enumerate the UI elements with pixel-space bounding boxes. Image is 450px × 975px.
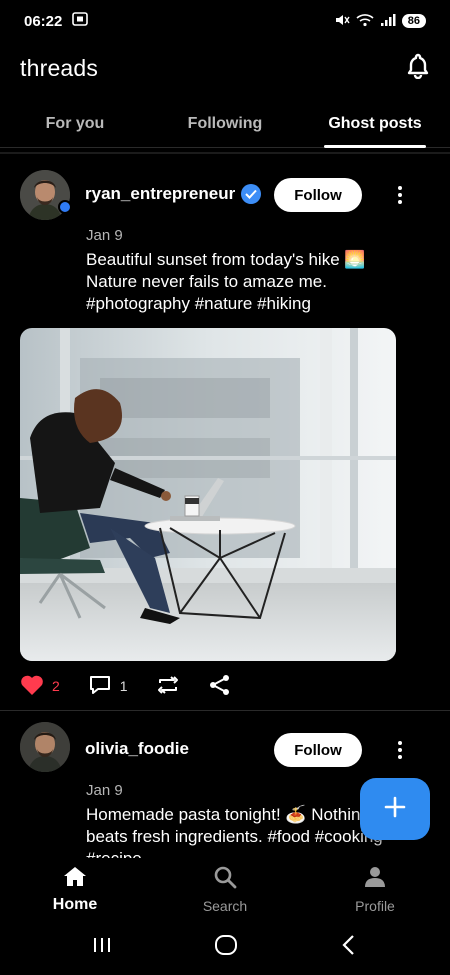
username[interactable]: olivia_foodie <box>85 739 189 759</box>
follow-button[interactable]: Follow <box>274 178 362 212</box>
like-button[interactable]: 2 <box>20 674 60 699</box>
avatar[interactable] <box>20 722 70 772</box>
post-text: Beautiful sunset from today's hike 🌅 Nat… <box>86 249 416 315</box>
post-hashtags[interactable]: #photography #nature #hiking <box>86 293 416 315</box>
feed-tabs: For you Following Ghost posts <box>0 100 450 148</box>
post-divider <box>0 710 450 711</box>
post-actions: 2 1 <box>20 673 260 699</box>
more-options-icon[interactable] <box>390 178 410 212</box>
comment-icon <box>88 674 112 699</box>
signal-icon <box>380 13 396 30</box>
mute-icon <box>334 13 350 30</box>
search-icon <box>213 865 237 894</box>
app-header: threads <box>0 42 450 94</box>
more-options-icon[interactable] <box>390 733 410 767</box>
repost-icon <box>156 674 180 699</box>
verified-mini-badge-icon <box>58 200 72 214</box>
post-author: olivia_foodie <box>85 739 189 759</box>
like-count: 2 <box>52 678 60 694</box>
verified-check-icon <box>241 184 262 204</box>
follow-button[interactable]: Follow <box>274 733 362 767</box>
status-bar: 06:22 86 <box>0 0 450 42</box>
battery-indicator: 86 <box>401 14 426 28</box>
nav-home[interactable]: Home <box>0 858 150 920</box>
compose-button[interactable] <box>360 778 430 840</box>
status-time: 06:22 <box>24 12 63 30</box>
post-text-line: Nature never fails to amaze me. <box>86 272 327 291</box>
bottom-nav: Home Search Profile <box>0 858 450 920</box>
screenshot-icon <box>72 12 89 30</box>
tab-following[interactable]: Following <box>150 100 300 147</box>
post-date: Jan 9 <box>86 782 123 799</box>
wifi-icon <box>356 13 374 30</box>
post-author: ryan_entrepreneur <box>85 184 262 204</box>
app-title: threads <box>20 54 99 81</box>
nav-search[interactable]: Search <box>150 858 300 920</box>
post-date: Jan 9 <box>86 227 123 244</box>
nav-profile-label: Profile <box>355 897 395 914</box>
post-image[interactable] <box>20 328 396 661</box>
reply-count: 1 <box>119 678 128 694</box>
reply-button[interactable]: 1 <box>88 674 128 699</box>
back-icon[interactable] <box>339 934 359 961</box>
share-button[interactable] <box>208 674 232 699</box>
notification-bell-icon[interactable] <box>406 53 430 84</box>
share-icon <box>208 674 232 699</box>
nav-profile[interactable]: Profile <box>300 858 450 920</box>
heart-icon <box>20 674 44 699</box>
plus-icon <box>384 796 406 823</box>
home-system-icon[interactable] <box>214 934 238 961</box>
repost-button[interactable] <box>156 674 180 699</box>
post-hashtags[interactable]: #recipe <box>86 848 416 858</box>
profile-icon <box>363 865 387 894</box>
system-nav-bar <box>0 920 450 975</box>
nav-search-label: Search <box>202 897 248 914</box>
nav-home-label: Home <box>52 895 98 913</box>
recent-apps-icon[interactable] <box>91 935 113 960</box>
tab-ghost-posts[interactable]: Ghost posts <box>300 100 450 148</box>
post-text-line: Beautiful sunset from today's hike 🌅 <box>86 250 366 269</box>
home-icon <box>62 865 88 892</box>
tab-for-you[interactable]: For you <box>0 100 150 147</box>
tab-divider <box>0 152 450 154</box>
username[interactable]: ryan_entrepreneur <box>85 184 235 204</box>
